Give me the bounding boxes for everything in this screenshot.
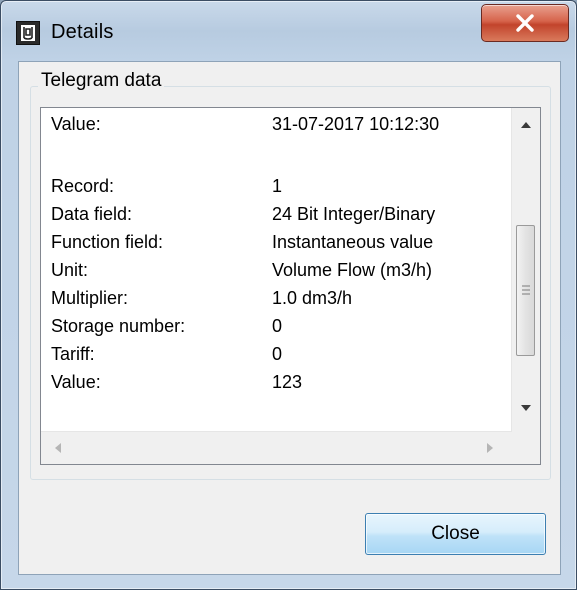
row-value: 1 — [272, 176, 283, 196]
row-label: Data field: — [51, 204, 133, 224]
row-value: 31-07-2017 10:12:30 — [272, 114, 440, 134]
list-item — [51, 145, 511, 171]
row-label: Multiplier: — [51, 288, 129, 308]
scroll-grip-icon — [522, 285, 530, 295]
scroll-left-arrow-icon[interactable] — [55, 443, 61, 453]
list-item: Tariff: 0 — [51, 344, 511, 370]
app-icon — [16, 21, 40, 45]
list-item: Value: 123 — [51, 372, 511, 398]
scroll-up-arrow-icon[interactable] — [521, 122, 531, 128]
row-value: 0 — [272, 344, 283, 364]
row-label: Tariff: — [51, 344, 95, 364]
row-value: Instantaneous value — [272, 232, 434, 252]
list-item: Unit: Volume Flow (m3/h) — [51, 260, 511, 286]
row-value: 123 — [272, 372, 303, 392]
list-item: Storage number: 0 — [51, 316, 511, 342]
row-label: Unit: — [51, 260, 89, 280]
row-value: 1.0 dm3/h — [272, 288, 353, 308]
window-title: Details — [51, 21, 114, 43]
window-close-button[interactable] — [481, 4, 569, 42]
list-item: Value: 31-07-2017 10:12:30 — [51, 114, 511, 140]
list-item: Record: 1 — [51, 176, 511, 202]
title-bar[interactable]: Details — [1, 1, 576, 63]
close-icon — [516, 14, 534, 32]
vertical-scroll-thumb[interactable] — [516, 225, 535, 356]
row-label: Value: — [51, 372, 101, 392]
close-button[interactable]: Close — [365, 513, 546, 555]
scroll-right-arrow-icon[interactable] — [487, 443, 493, 453]
dialog-client-area: Telegram data Value: 31-07-2017 10:12:30… — [18, 61, 561, 575]
row-value: Volume Flow (m3/h) — [272, 260, 433, 280]
details-dialog: Details Telegram data Value: 31-07-2017 … — [0, 0, 577, 590]
scroll-down-arrow-icon[interactable] — [521, 405, 531, 411]
row-value: 0 — [272, 316, 283, 336]
scrollbar-corner — [511, 432, 540, 464]
row-label: Value: — [51, 114, 101, 134]
list-item: Data field: 24 Bit Integer/Binary — [51, 204, 511, 230]
row-label: Record: — [51, 176, 115, 196]
row-label: Storage number: — [51, 316, 186, 336]
list-item: Function field: Instantaneous value — [51, 232, 511, 258]
list-item: Multiplier: 1.0 dm3/h — [51, 288, 511, 314]
horizontal-scrollbar[interactable] — [41, 431, 512, 464]
vertical-scrollbar[interactable] — [511, 108, 540, 432]
row-label: Function field: — [51, 232, 164, 252]
details-listbox[interactable]: Value: 31-07-2017 10:12:30 Record: 1 Dat… — [40, 107, 541, 465]
row-value: 24 Bit Integer/Binary — [272, 204, 436, 224]
group-legend: Telegram data — [38, 70, 165, 92]
